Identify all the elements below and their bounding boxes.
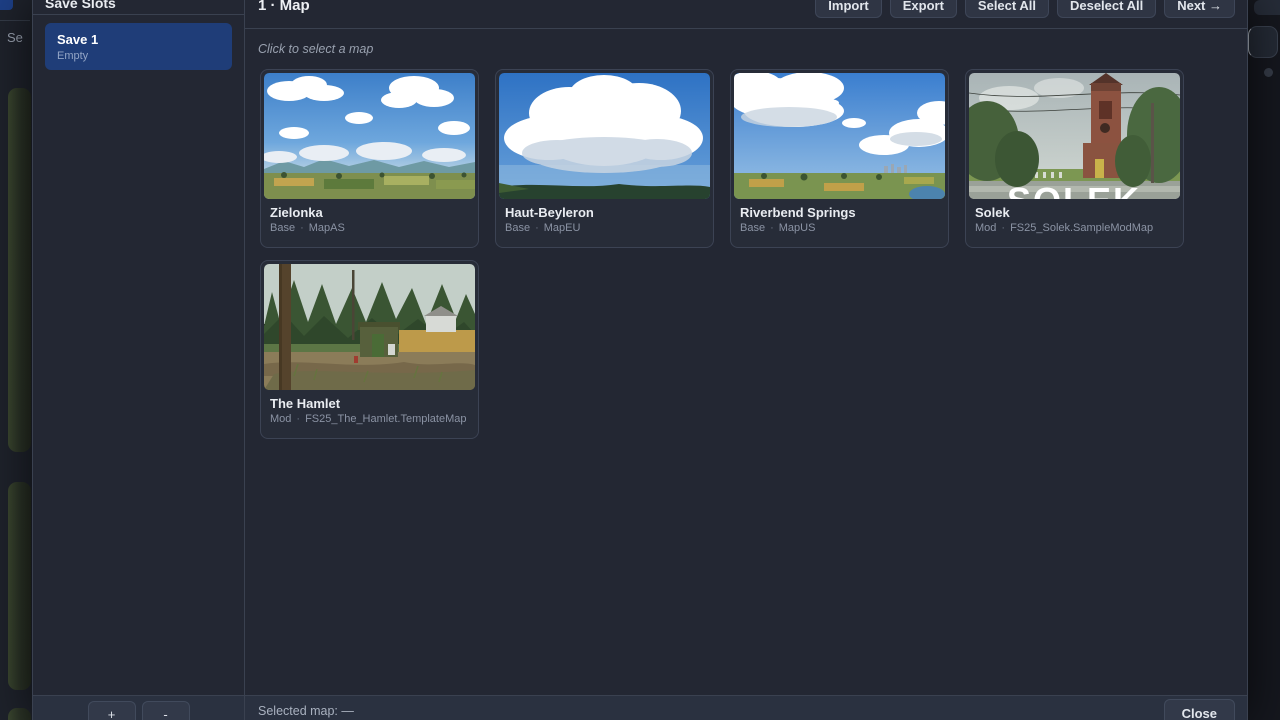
- map-thumbnail: [264, 73, 475, 199]
- map-subtitle: Base · MapAS: [270, 222, 469, 235]
- remove-slot-button[interactable]: -: [142, 701, 190, 720]
- selected-map-label: Selected map: —: [258, 704, 354, 718]
- background-left-panel: Se: [0, 0, 32, 720]
- close-button[interactable]: Close: [1164, 699, 1235, 720]
- sidebar-footer: + -: [33, 695, 244, 720]
- background-button-fragment: [1254, 0, 1280, 15]
- separator: ·: [535, 222, 539, 234]
- map-name: Haut-Beyleron: [505, 205, 704, 220]
- map-step-header: 1 · Map Import Export Select All Deselec…: [245, 0, 1247, 28]
- background-text-snippet: Se: [7, 30, 23, 45]
- add-slot-button[interactable]: +: [88, 701, 136, 720]
- background-thumbnail-strip: [8, 88, 31, 452]
- export-button[interactable]: Export: [890, 0, 957, 18]
- save-slot-status: Empty: [57, 50, 220, 62]
- background-thumbnail-strip: [8, 482, 31, 690]
- map-card-the-hamlet[interactable]: The Hamlet Mod · FS25_The_Hamlet.TemplateM…: [260, 260, 479, 439]
- select-map-hint: Click to select a map: [245, 29, 1247, 57]
- map-subtitle: Base · MapEU: [505, 222, 704, 235]
- background-divider: [0, 20, 30, 21]
- map-card-haut-beyleron[interactable]: Haut-Beyleron Base · MapEU: [495, 69, 714, 248]
- separator: ·: [296, 413, 300, 425]
- map-id: MapAS: [309, 222, 345, 234]
- map-source: Base: [740, 222, 765, 234]
- map-thumbnail: [734, 73, 945, 199]
- map-thumbnail: [499, 73, 710, 199]
- map-thumbnail: [264, 264, 475, 390]
- save-slots-sidebar: Save Slots Save 1 Empty + -: [33, 0, 245, 720]
- map-step-panel: 1 · Map Import Export Select All Deselec…: [245, 0, 1247, 720]
- import-button[interactable]: Import: [815, 0, 881, 18]
- background-button-fragment: [1248, 26, 1278, 58]
- map-subtitle: Mod · FS25_Solek.SampleModMap: [975, 222, 1174, 235]
- map-id: MapUS: [779, 222, 816, 234]
- map-name: Zielonka: [270, 205, 469, 220]
- map-grid: Zielonka Base · MapAS: [245, 57, 1247, 695]
- map-subtitle: Mod · FS25_The_Hamlet.TemplateMap: [270, 413, 469, 426]
- thumb-logo-text: SOLEK: [1007, 180, 1141, 199]
- map-step-footer: Selected map: — Close: [245, 695, 1247, 720]
- separator: ·: [1001, 222, 1005, 234]
- map-card-zielonka[interactable]: Zielonka Base · MapAS: [260, 69, 479, 248]
- map-id: MapEU: [544, 222, 581, 234]
- map-card-riverbend-springs[interactable]: Riverbend Springs Base · MapUS: [730, 69, 949, 248]
- next-button[interactable]: Next →: [1164, 0, 1235, 18]
- screen: Se Save Slots Save 1 Empty + - 1 · Map: [0, 0, 1280, 720]
- sidebar-divider: [33, 14, 244, 15]
- save-slot-name: Save 1: [57, 32, 220, 47]
- map-thumbnail: SOLEK: [969, 73, 1180, 199]
- page-title: 1 · Map: [258, 0, 310, 28]
- map-name: Riverbend Springs: [740, 205, 939, 220]
- deselect-all-button[interactable]: Deselect All: [1057, 0, 1156, 18]
- toolbar: Import Export Select All Deselect All Ne…: [815, 0, 1235, 28]
- background-thumbnail-strip: [8, 708, 31, 720]
- save-slot-1[interactable]: Save 1 Empty: [45, 23, 232, 70]
- background-blue-accent: [0, 0, 13, 10]
- map-name: Solek: [975, 205, 1174, 220]
- map-name: The Hamlet: [270, 396, 469, 411]
- map-source: Mod: [975, 222, 996, 234]
- map-source: Base: [270, 222, 295, 234]
- map-source: Base: [505, 222, 530, 234]
- separator: ·: [300, 222, 304, 234]
- background-right-panel: [1248, 0, 1280, 720]
- select-all-button[interactable]: Select All: [965, 0, 1049, 18]
- background-dot: [1264, 68, 1273, 77]
- map-subtitle: Base · MapUS: [740, 222, 939, 235]
- map-card-solek[interactable]: SOLEK Solek Mod · FS25_Solek.SampleModMap: [965, 69, 1184, 248]
- map-source: Mod: [270, 413, 291, 425]
- sidebar-title: Save Slots: [33, 0, 244, 13]
- save-editor-dialog: Save Slots Save 1 Empty + - 1 · Map Impo…: [32, 0, 1248, 720]
- separator: ·: [770, 222, 774, 234]
- map-id: FS25_The_Hamlet.TemplateMap: [305, 413, 466, 425]
- map-id: FS25_Solek.SampleModMap: [1010, 222, 1153, 234]
